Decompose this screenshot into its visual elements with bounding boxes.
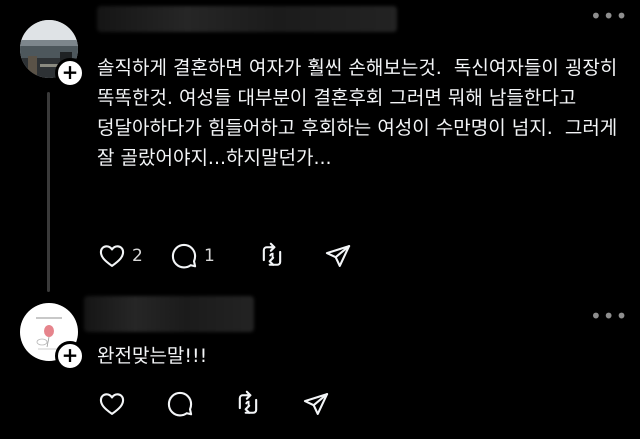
like-count: 2 xyxy=(132,246,143,266)
post-actions xyxy=(97,386,341,422)
send-paper-plane-icon xyxy=(325,245,351,267)
repost-arrows-icon xyxy=(262,242,282,266)
like-button[interactable] xyxy=(97,390,165,418)
post-actions: 2 1 xyxy=(97,238,363,274)
reply-count: 1 xyxy=(204,246,215,266)
repost-button[interactable] xyxy=(257,242,323,270)
follow-button[interactable]: + xyxy=(55,341,85,371)
plus-icon: + xyxy=(61,60,79,84)
thread-connector-line xyxy=(47,92,50,292)
plus-icon: + xyxy=(61,343,79,367)
more-options-icon[interactable]: ••• xyxy=(590,304,628,328)
send-paper-plane-icon xyxy=(303,393,329,415)
share-button[interactable] xyxy=(323,242,363,270)
post-text: 완전맞는말!!! xyxy=(97,345,208,367)
thread-post-2: + ••• 완전맞는말!!! xyxy=(0,292,640,439)
thread-post-1: + ••• 솔직하게 결혼하면 여자가 훨씬 손해보는것. 독신여자들이 굉장히… xyxy=(0,0,640,292)
comment-bubble-icon xyxy=(171,243,197,269)
repost-arrows-icon xyxy=(238,390,258,414)
heart-icon xyxy=(99,245,125,267)
repost-button[interactable] xyxy=(233,390,301,418)
comment-bubble-icon xyxy=(167,391,193,417)
share-button[interactable] xyxy=(301,390,341,418)
heart-icon xyxy=(99,393,125,415)
like-button[interactable]: 2 xyxy=(97,242,169,270)
reply-button[interactable] xyxy=(165,390,233,418)
follow-button[interactable]: + xyxy=(55,58,85,88)
username-redacted xyxy=(84,296,254,332)
reply-button[interactable]: 1 xyxy=(169,242,257,270)
more-options-icon[interactable]: ••• xyxy=(590,4,628,28)
username-redacted xyxy=(97,6,397,32)
post-text: 솔직하게 결혼하면 여자가 훨씬 손해보는것. 독신여자들이 굉장히 똑똑한것.… xyxy=(97,57,624,169)
